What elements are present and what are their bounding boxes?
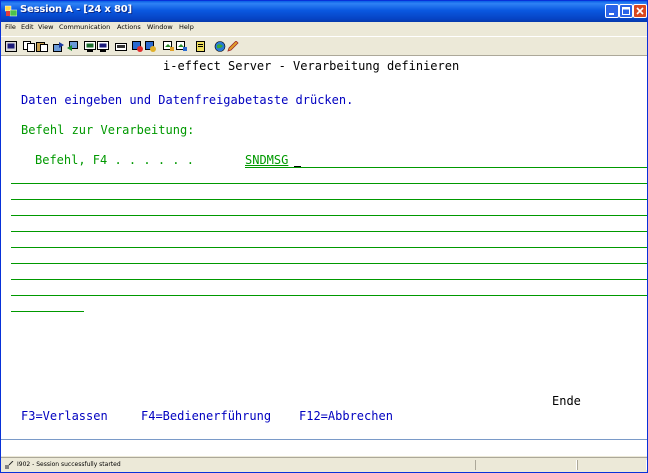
befehl-input[interactable]: SNDMSG	[245, 153, 288, 167]
terminal-screen[interactable]: i-effect Server - Verarbeitung definiere…	[1, 56, 647, 456]
menu-view[interactable]: View	[38, 23, 53, 31]
input-underline[interactable]	[11, 183, 647, 184]
receive-icon[interactable]	[66, 41, 78, 52]
input-underline[interactable]	[245, 167, 647, 168]
instruction-text: Daten eingeben und Datenfreigabetaste dr…	[21, 93, 354, 107]
maximize-button[interactable]	[619, 4, 633, 18]
status-segment	[475, 460, 577, 470]
menu-edit[interactable]: Edit	[21, 23, 34, 31]
minimize-icon	[609, 13, 614, 15]
print-screen-icon[interactable]	[5, 41, 17, 52]
toolbar	[1, 36, 647, 56]
macro-record-icon[interactable]	[115, 41, 127, 52]
input-underline[interactable]	[11, 263, 647, 264]
menu-window[interactable]: Window	[147, 23, 173, 31]
menu-actions[interactable]: Actions	[117, 23, 141, 31]
title-bar[interactable]: Session A - [24 x 80]	[1, 1, 647, 22]
menu-bar: File Edit View Communication Actions Win…	[1, 22, 647, 36]
copy-icon[interactable]	[23, 41, 35, 52]
menu-communication[interactable]: Communication	[59, 23, 110, 31]
send-icon[interactable]	[53, 41, 65, 52]
maximize-icon	[622, 7, 630, 15]
menu-file[interactable]: File	[5, 23, 16, 31]
minimize-button[interactable]	[605, 4, 619, 18]
close-icon	[636, 7, 644, 15]
clipboard-icon[interactable]	[176, 41, 188, 52]
display-icon[interactable]	[84, 41, 96, 52]
input-underline[interactable]	[11, 247, 647, 248]
edit-icon[interactable]	[227, 41, 239, 52]
close-button[interactable]	[633, 4, 647, 18]
input-underline[interactable]	[11, 215, 647, 216]
status-bar: I902 - Session successfully started	[1, 457, 647, 472]
status-message: I902 - Session successfully started	[17, 461, 121, 468]
notes-icon[interactable]	[195, 41, 207, 52]
input-underline[interactable]	[11, 199, 647, 200]
fkey-f4[interactable]: F4=Bedienerführung	[141, 409, 271, 423]
keyboard-icon[interactable]	[97, 41, 109, 52]
fkey-f3[interactable]: F3=Verlassen	[21, 409, 108, 423]
session-app-icon	[5, 5, 17, 17]
macro-stop-icon[interactable]	[132, 41, 144, 52]
ende-indicator: Ende	[552, 394, 581, 408]
connection-status-icon	[5, 461, 14, 469]
globe-icon[interactable]	[214, 41, 226, 52]
fkey-f12[interactable]: F12=Abbrechen	[299, 409, 393, 423]
input-underline[interactable]	[11, 279, 647, 280]
paste-icon[interactable]	[36, 41, 48, 52]
customize-icon[interactable]	[163, 41, 175, 52]
menu-help[interactable]: Help	[179, 23, 194, 31]
input-underline[interactable]	[11, 311, 84, 312]
input-underline[interactable]	[11, 295, 647, 296]
emulator-window: Session A - [24 x 80] File Edit View Com…	[0, 0, 648, 473]
status-segment	[577, 460, 647, 470]
input-underline[interactable]	[11, 231, 647, 232]
macro-play-icon[interactable]	[145, 41, 157, 52]
window-title: Session A - [24 x 80]	[20, 4, 132, 15]
screen-header: i-effect Server - Verarbeitung definiere…	[163, 59, 460, 73]
section-label: Befehl zur Verarbeitung:	[21, 123, 195, 137]
befehl-field-label: Befehl, F4 . . . . . .	[35, 153, 202, 167]
oia-separator	[1, 439, 647, 440]
